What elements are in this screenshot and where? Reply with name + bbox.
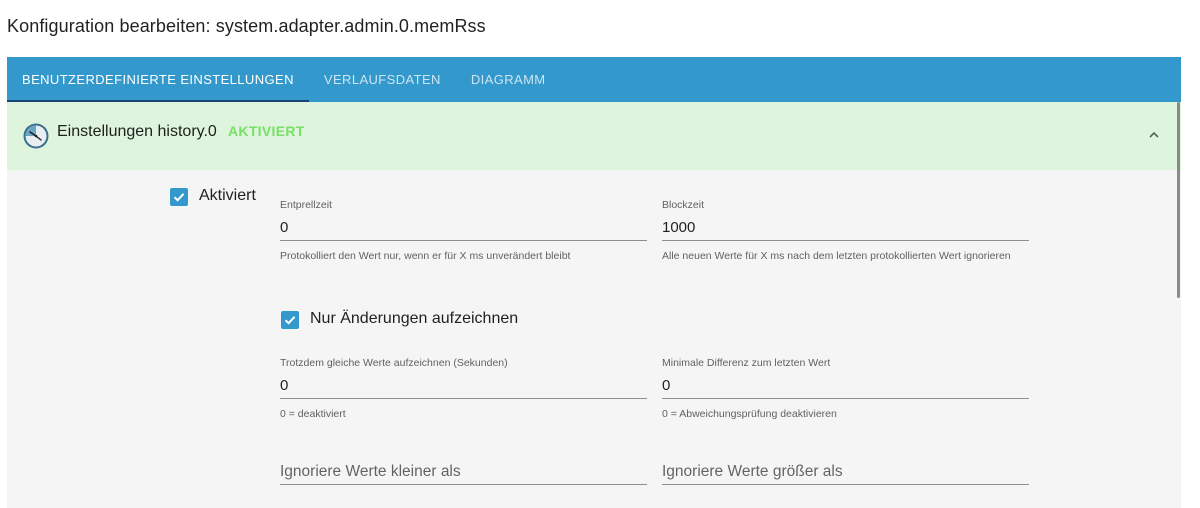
ignore-below-input[interactable]	[280, 458, 647, 485]
checkmark-icon	[284, 316, 296, 325]
status-badge: AKTIVIERT	[228, 123, 305, 139]
tab-history-data[interactable]: VERLAUFSDATEN	[309, 57, 456, 102]
record-same-help: 0 = deaktiviert	[280, 408, 346, 420]
record-same-label: Trotzdem gleiche Werte aufzeichnen (Seku…	[280, 357, 508, 369]
history-clock-icon	[23, 123, 49, 149]
changes-only-label: Nur Änderungen aufzeichnen	[310, 310, 519, 327]
min-diff-help: 0 = Abweichungsprüfung deaktivieren	[662, 408, 837, 420]
blocktime-label: Blockzeit	[662, 199, 705, 211]
min-diff-input[interactable]	[662, 372, 1029, 399]
enabled-label: Aktiviert	[199, 187, 256, 204]
tab-custom-settings[interactable]: BENUTZERDEFINIERTE EINSTELLUNGEN	[7, 57, 309, 102]
blocktime-help: Alle neuen Werte für X ms nach dem letzt…	[662, 250, 1011, 262]
debounce-help: Protokolliert den Wert nur, wenn er für …	[280, 250, 571, 262]
tab-bar: BENUTZERDEFINIERTE EINSTELLUNGEN VERLAUF…	[7, 57, 1181, 102]
checkmark-icon	[173, 193, 185, 202]
blocktime-input[interactable]	[662, 214, 1029, 241]
panel-title: Einstellungen history.0	[57, 123, 217, 140]
scrollbar[interactable]	[1177, 102, 1180, 298]
enabled-checkbox[interactable]	[170, 188, 188, 206]
ignore-above-input[interactable]	[662, 458, 1029, 485]
min-diff-label: Minimale Differenz zum letzten Wert	[662, 357, 831, 369]
chevron-up-icon[interactable]	[1147, 128, 1161, 142]
debounce-label: Entprellzeit	[280, 199, 332, 211]
changes-only-checkbox[interactable]	[281, 311, 299, 329]
dialog-title: Konfiguration bearbeiten: system.adapter…	[7, 16, 486, 36]
tab-chart[interactable]: DIAGRAMM	[456, 57, 561, 102]
debounce-input[interactable]	[280, 214, 647, 241]
panel-header[interactable]: Einstellungen history.0 AKTIVIERT	[7, 102, 1181, 170]
record-same-input[interactable]	[280, 372, 647, 399]
settings-panel: Einstellungen history.0 AKTIVIERT Aktivi…	[7, 102, 1181, 508]
